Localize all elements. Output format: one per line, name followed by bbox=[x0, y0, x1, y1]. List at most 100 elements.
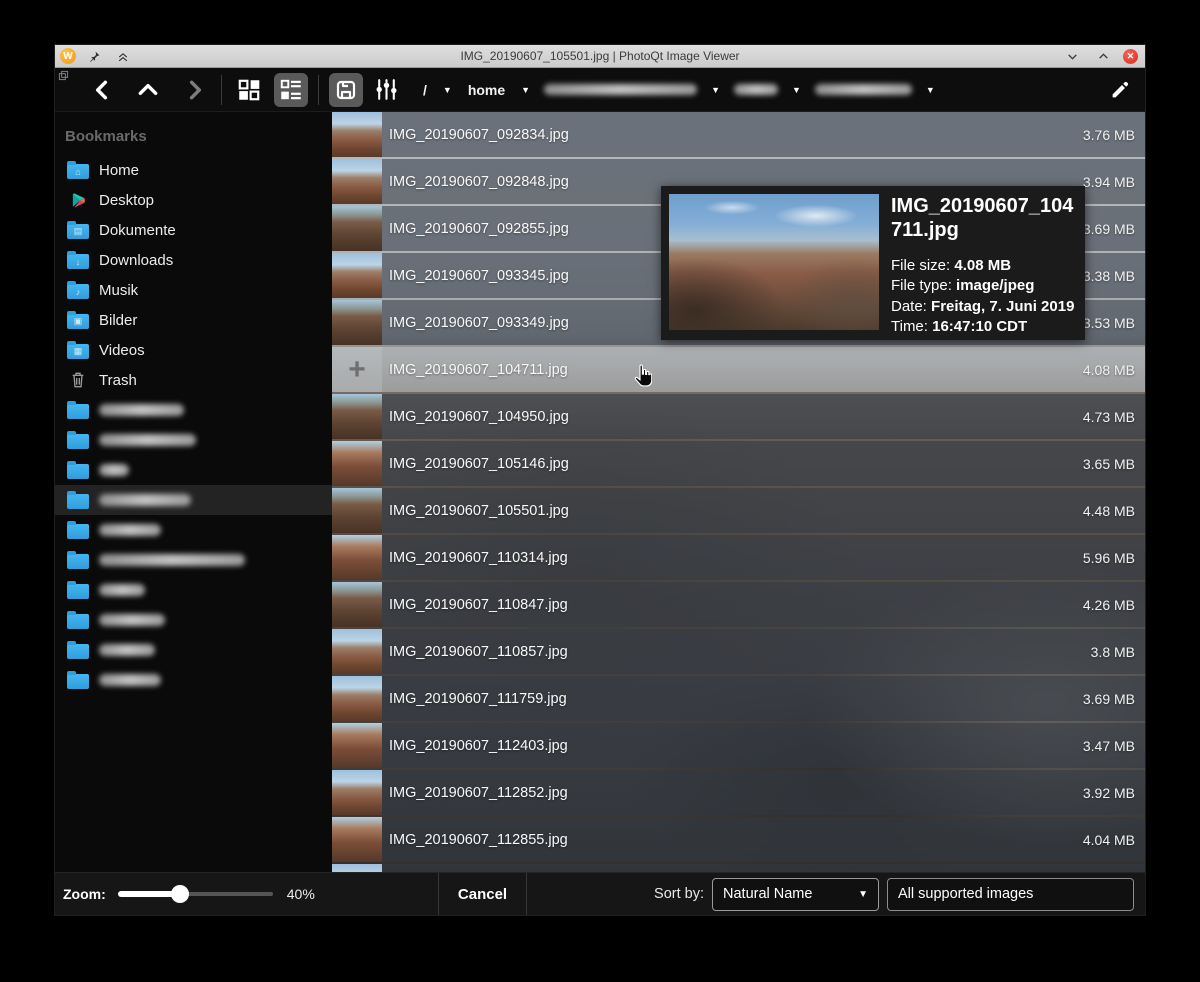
redacted-label bbox=[99, 434, 196, 446]
sidebar-item-desktop[interactable]: Desktop bbox=[55, 185, 332, 215]
file-row[interactable]: IMG_20190607_111759.jpg 3.69 MB bbox=[332, 676, 1145, 721]
breadcrumb-segment[interactable]: / bbox=[421, 82, 429, 98]
sidebar-item-label: Musik bbox=[99, 282, 138, 299]
edit-path-icon[interactable] bbox=[1110, 79, 1131, 100]
file-thumbnail bbox=[332, 535, 382, 580]
file-size: 5.96 MB bbox=[1083, 550, 1135, 566]
sidebar-item-redacted[interactable] bbox=[55, 605, 332, 635]
file-name: IMG_20190607_104950.jpg bbox=[389, 409, 569, 425]
tooltip-detail-line: File type: image/jpeg bbox=[891, 276, 1077, 296]
redacted-label bbox=[99, 584, 145, 596]
sidebar-item-redacted[interactable] bbox=[55, 485, 332, 515]
toolbar-separator bbox=[221, 75, 222, 105]
file-row[interactable]: IMG_20190607_104950.jpg 4.73 MB bbox=[332, 394, 1145, 439]
file-thumbnail bbox=[332, 723, 382, 768]
back-button[interactable] bbox=[85, 73, 119, 107]
sidebar-item-redacted[interactable] bbox=[55, 635, 332, 665]
redacted-label bbox=[99, 494, 191, 506]
file-name: IMG_20190607_110847.jpg bbox=[389, 597, 568, 613]
tooltip-title: IMG_20190607_104711.jpg bbox=[891, 194, 1077, 243]
sidebar-item-redacted[interactable] bbox=[55, 425, 332, 455]
sidebar-item-label: Dokumente bbox=[99, 222, 176, 239]
file-row[interactable]: IMG_20190607_110314.jpg 5.96 MB bbox=[332, 535, 1145, 580]
sort-dropdown[interactable]: Natural Name ▼ bbox=[712, 878, 879, 911]
sidebar-item-redacted[interactable] bbox=[55, 515, 332, 545]
sidebar-item-dokumente[interactable]: ▤ Dokumente bbox=[55, 215, 332, 245]
file-row[interactable]: IMG_20190607_105501.jpg 4.48 MB bbox=[332, 488, 1145, 533]
maximize-icon[interactable] bbox=[1092, 47, 1114, 65]
detach-icon[interactable] bbox=[58, 70, 69, 81]
folder-icon bbox=[67, 464, 89, 479]
folder-home-icon: ⌂ bbox=[67, 161, 89, 179]
settings-sliders-icon[interactable] bbox=[369, 73, 403, 107]
sidebar-item-redacted[interactable] bbox=[55, 665, 332, 695]
sidebar-item-trash[interactable]: Trash bbox=[55, 365, 332, 395]
zoom-slider-handle[interactable] bbox=[171, 885, 189, 903]
zoom-slider[interactable] bbox=[118, 885, 273, 903]
pin-icon[interactable] bbox=[83, 47, 105, 65]
breadcrumb-segment-redacted[interactable] bbox=[815, 84, 912, 95]
file-size: 3.8 MB bbox=[1091, 644, 1135, 660]
forward-button[interactable] bbox=[177, 73, 211, 107]
sidebar-item-redacted[interactable] bbox=[55, 455, 332, 485]
file-row[interactable]: IMG_20190607_092834.jpg 3.76 MB bbox=[332, 112, 1145, 157]
file-row[interactable]: IMG_20190607_105146.jpg 3.65 MB bbox=[332, 441, 1145, 486]
file-row[interactable]: IMG_20190607_110857.jpg 3.8 MB bbox=[332, 629, 1145, 674]
file-size: 3.38 MB bbox=[1083, 268, 1135, 284]
filter-value: All supported images bbox=[898, 886, 1033, 902]
folder-icon bbox=[67, 674, 89, 689]
breadcrumb-segment[interactable]: home bbox=[466, 82, 507, 98]
minimize-icon[interactable] bbox=[1061, 47, 1083, 65]
breadcrumb-segment-redacted[interactable] bbox=[734, 84, 778, 95]
file-name: IMG_20190607_112855.jpg bbox=[389, 832, 568, 848]
up-button[interactable] bbox=[131, 73, 165, 107]
sidebar-item-downloads[interactable]: ↓ Downloads bbox=[55, 245, 332, 275]
sidebar-item-redacted[interactable] bbox=[55, 545, 332, 575]
file-row[interactable]: + IMG_20190607_104711.jpg 4.08 MB bbox=[332, 347, 1145, 392]
file-row[interactable]: IMG_20190607_112852.jpg 3.92 MB bbox=[332, 770, 1145, 815]
chevron-down-icon[interactable]: ▼ bbox=[788, 85, 805, 95]
file-size: 3.92 MB bbox=[1083, 785, 1135, 801]
sidebar-item-bilder[interactable]: ▣ Bilder bbox=[55, 305, 332, 335]
cancel-button[interactable]: Cancel bbox=[439, 873, 526, 915]
close-icon[interactable]: ✕ bbox=[1123, 49, 1138, 64]
sidebar-item-home[interactable]: ⌂ Home bbox=[55, 155, 332, 185]
sidebar-item-redacted[interactable] bbox=[55, 575, 332, 605]
list-view-button[interactable] bbox=[274, 73, 308, 107]
titlebar[interactable]: W IMG_20190607_105501.jpg | PhotoQt Imag… bbox=[55, 45, 1145, 68]
window-title: IMG_20190607_105501.jpg | PhotoQt Image … bbox=[55, 49, 1145, 63]
folder-icon bbox=[67, 434, 89, 449]
shade-icon[interactable] bbox=[112, 47, 134, 65]
file-row[interactable]: IMG_20190607_112855.jpg 4.04 MB bbox=[332, 817, 1145, 862]
file-thumbnail: + bbox=[332, 347, 382, 392]
tooltip-details: File size: 4.08 MBFile type: image/jpegD… bbox=[891, 256, 1077, 338]
breadcrumb-segment-redacted[interactable] bbox=[544, 84, 697, 95]
file-row[interactable]: IMG_20190607_112403.jpg 3.47 MB bbox=[332, 723, 1145, 768]
chevron-down-icon[interactable]: ▼ bbox=[922, 85, 939, 95]
grid-view-button[interactable] bbox=[232, 73, 266, 107]
chevron-down-icon[interactable]: ▼ bbox=[439, 85, 456, 95]
sidebar-item-videos[interactable]: ▦ Videos bbox=[55, 335, 332, 365]
folder-icon bbox=[67, 404, 89, 419]
file-name: IMG_20190607_092855.jpg bbox=[389, 221, 569, 237]
app-icon[interactable]: W bbox=[60, 48, 76, 64]
file-name: IMG_20190607_110857.jpg bbox=[389, 644, 568, 660]
file-size: 4.08 MB bbox=[1083, 362, 1135, 378]
chevron-down-icon[interactable]: ▼ bbox=[707, 85, 724, 95]
filter-input[interactable]: All supported images bbox=[887, 878, 1134, 911]
file-thumbnail bbox=[332, 253, 382, 298]
file-row[interactable]: IMG_20190607_110847.jpg 4.26 MB bbox=[332, 582, 1145, 627]
bookmarks-sidebar: Bookmarks ⌂ Home Desktop ▤ Dokumente ↓ bbox=[55, 112, 332, 872]
file-row[interactable] bbox=[332, 864, 1145, 872]
folder-icon bbox=[67, 644, 89, 659]
tooltip-detail-line: Date: Freitag, 7. Juni 2019 bbox=[891, 297, 1077, 317]
file-size: 3.69 MB bbox=[1083, 691, 1135, 707]
file-tooltip: IMG_20190607_104711.jpg File size: 4.08 … bbox=[661, 186, 1085, 340]
save-view-button[interactable] bbox=[329, 73, 363, 107]
sidebar-item-redacted[interactable] bbox=[55, 395, 332, 425]
chevron-down-icon[interactable]: ▼ bbox=[517, 85, 534, 95]
sidebar-item-musik[interactable]: ♪ Musik bbox=[55, 275, 332, 305]
bookmarks-header: Bookmarks bbox=[55, 128, 332, 145]
file-size: 4.04 MB bbox=[1083, 832, 1135, 848]
sort-by-label: Sort by: bbox=[654, 886, 704, 902]
